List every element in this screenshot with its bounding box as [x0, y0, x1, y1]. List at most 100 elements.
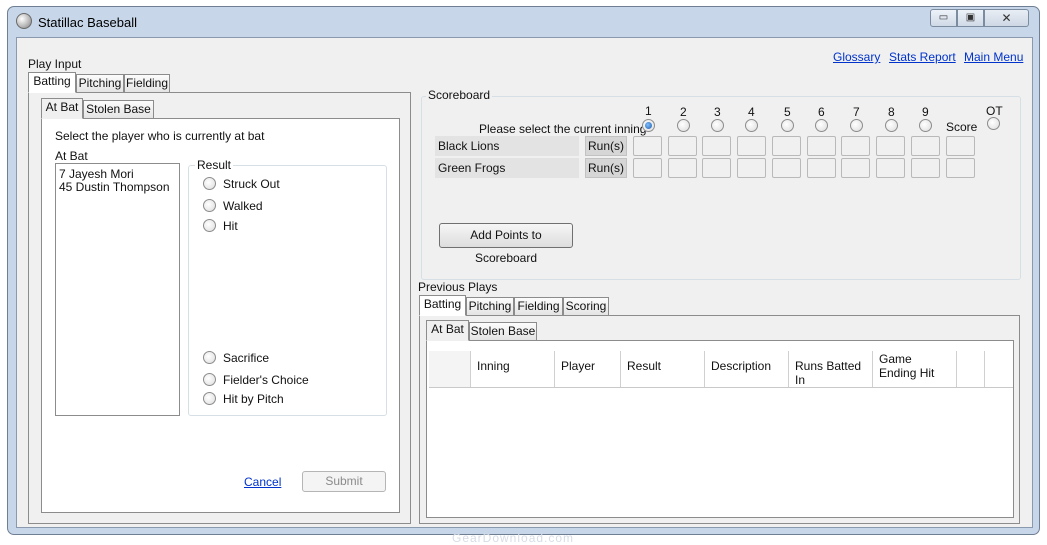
submit-button[interactable]: Submit [302, 471, 386, 492]
column-header[interactable]: Description [705, 351, 789, 387]
run-cell[interactable] [841, 136, 870, 156]
run-cell[interactable] [807, 158, 836, 178]
tab-pitching[interactable]: Pitching [76, 74, 124, 93]
result-radio[interactable] [203, 199, 216, 212]
result-radio[interactable] [203, 177, 216, 190]
maximize-button[interactable]: ▣ [957, 9, 984, 27]
main-menu-link[interactable]: Main Menu [964, 50, 1023, 64]
run-cell[interactable] [876, 136, 905, 156]
run-cell[interactable] [702, 158, 731, 178]
run-cell[interactable] [737, 136, 766, 156]
client-area: Glossary Stats Report Main Menu Play Inp… [16, 37, 1033, 545]
team-name: Black Lions [435, 136, 579, 156]
tab-prev-scoring[interactable]: Scoring [563, 297, 609, 316]
play-input-panel: At Bat Stolen Base Select the player who… [28, 92, 411, 524]
at-bat-label: At Bat [55, 149, 88, 163]
inning-radio-5[interactable] [781, 119, 794, 132]
list-item[interactable]: 7 Jayesh Mori [59, 167, 134, 181]
run-cell[interactable] [737, 158, 766, 178]
inning-radio-3[interactable] [711, 119, 724, 132]
runs-label: Run(s) [585, 136, 627, 156]
result-radio[interactable] [203, 351, 216, 364]
minimize-button[interactable]: ▭ [930, 9, 957, 27]
tab-prev-batting[interactable]: Batting [419, 295, 466, 316]
inning-number: 8 [888, 105, 895, 119]
close-button[interactable]: ✕ [984, 9, 1029, 27]
run-cell[interactable] [911, 158, 940, 178]
scoreboard-label: Scoreboard [426, 88, 493, 102]
result-option-label: Hit [223, 219, 238, 233]
inning-radio-4[interactable] [745, 119, 758, 132]
list-item[interactable]: 45 Dustin Thompson [59, 180, 170, 194]
result-option-label: Walked [223, 199, 263, 213]
run-cell[interactable] [668, 136, 697, 156]
result-option-label: Fielder's Choice [223, 373, 309, 387]
tab-stolen-base[interactable]: Stolen Base [83, 100, 154, 119]
run-cell[interactable] [807, 136, 836, 156]
watermark-text: GearDownload.com [452, 531, 575, 545]
score-cell [946, 136, 975, 156]
inning-number: 1 [645, 104, 652, 118]
column-header[interactable]: Player [555, 351, 621, 387]
column-header[interactable]: Runs Batted In [789, 351, 873, 387]
result-label: Result [195, 158, 234, 172]
window-title: Statillac Baseball [38, 15, 137, 30]
tab-prev-at-bat[interactable]: At Bat [426, 320, 469, 341]
result-option-label: Struck Out [223, 177, 280, 191]
column-header-extra [957, 351, 985, 387]
inning-radio-ot[interactable] [987, 117, 1000, 130]
result-radio[interactable] [203, 219, 216, 232]
run-cell[interactable] [772, 158, 801, 178]
run-cell[interactable] [911, 136, 940, 156]
inning-number: 2 [680, 105, 687, 119]
tab-batting[interactable]: Batting [28, 72, 76, 93]
result-option-label: Sacrifice [223, 351, 270, 365]
run-cell[interactable] [841, 158, 870, 178]
previous-plays-panel: At Bat Stolen Base Inning Player Result … [419, 315, 1020, 524]
add-points-button[interactable]: Add Points to Scoreboard [439, 223, 573, 265]
row-header-corner [429, 351, 471, 387]
inning-number: 6 [818, 105, 825, 119]
player-list[interactable]: 7 Jayesh Mori 45 Dustin Thompson [55, 163, 180, 416]
previous-plays-label: Previous Plays [418, 280, 498, 294]
title-bar: Statillac Baseball ▭ ▣ ✕ [8, 7, 1039, 37]
tab-prev-fielding[interactable]: Fielding [514, 297, 563, 316]
inning-number: 7 [853, 105, 860, 119]
glossary-link[interactable]: Glossary [833, 50, 880, 64]
run-cell[interactable] [633, 158, 662, 178]
runs-label: Run(s) [585, 158, 627, 178]
stats-report-link[interactable]: Stats Report [889, 50, 956, 64]
column-header[interactable]: Result [621, 351, 705, 387]
inning-radio-9[interactable] [919, 119, 932, 132]
result-option-label: Hit by Pitch [223, 392, 284, 406]
plays-grid: Inning Player Result Description Runs Ba… [426, 340, 1014, 518]
inning-radio-7[interactable] [850, 119, 863, 132]
inning-radio-1[interactable] [642, 119, 655, 132]
baseball-app-icon [16, 13, 32, 29]
tab-prev-stolen-base[interactable]: Stolen Base [469, 322, 537, 341]
run-cell[interactable] [772, 136, 801, 156]
score-cell [946, 158, 975, 178]
inning-radio-8[interactable] [885, 119, 898, 132]
cancel-link[interactable]: Cancel [244, 475, 281, 489]
inning-radio-6[interactable] [815, 119, 828, 132]
run-cell[interactable] [633, 136, 662, 156]
inning-number: 4 [748, 105, 755, 119]
run-cell[interactable] [668, 158, 697, 178]
team-name: Green Frogs [435, 158, 579, 178]
column-header[interactable]: Inning [471, 351, 555, 387]
tab-at-bat[interactable]: At Bat [41, 98, 83, 119]
grid-header: Inning Player Result Description Runs Ba… [429, 351, 1013, 388]
inning-radio-2[interactable] [677, 119, 690, 132]
inning-number: 3 [714, 105, 721, 119]
instruction-text: Select the player who is currently at ba… [55, 129, 265, 143]
inning-number: 5 [784, 105, 791, 119]
column-header[interactable]: Game Ending Hit [873, 351, 957, 387]
tab-fielding[interactable]: Fielding [124, 74, 170, 93]
run-cell[interactable] [876, 158, 905, 178]
tab-prev-pitching[interactable]: Pitching [466, 297, 514, 316]
result-radio[interactable] [203, 373, 216, 386]
inning-number: 9 [922, 105, 929, 119]
run-cell[interactable] [702, 136, 731, 156]
result-radio[interactable] [203, 392, 216, 405]
